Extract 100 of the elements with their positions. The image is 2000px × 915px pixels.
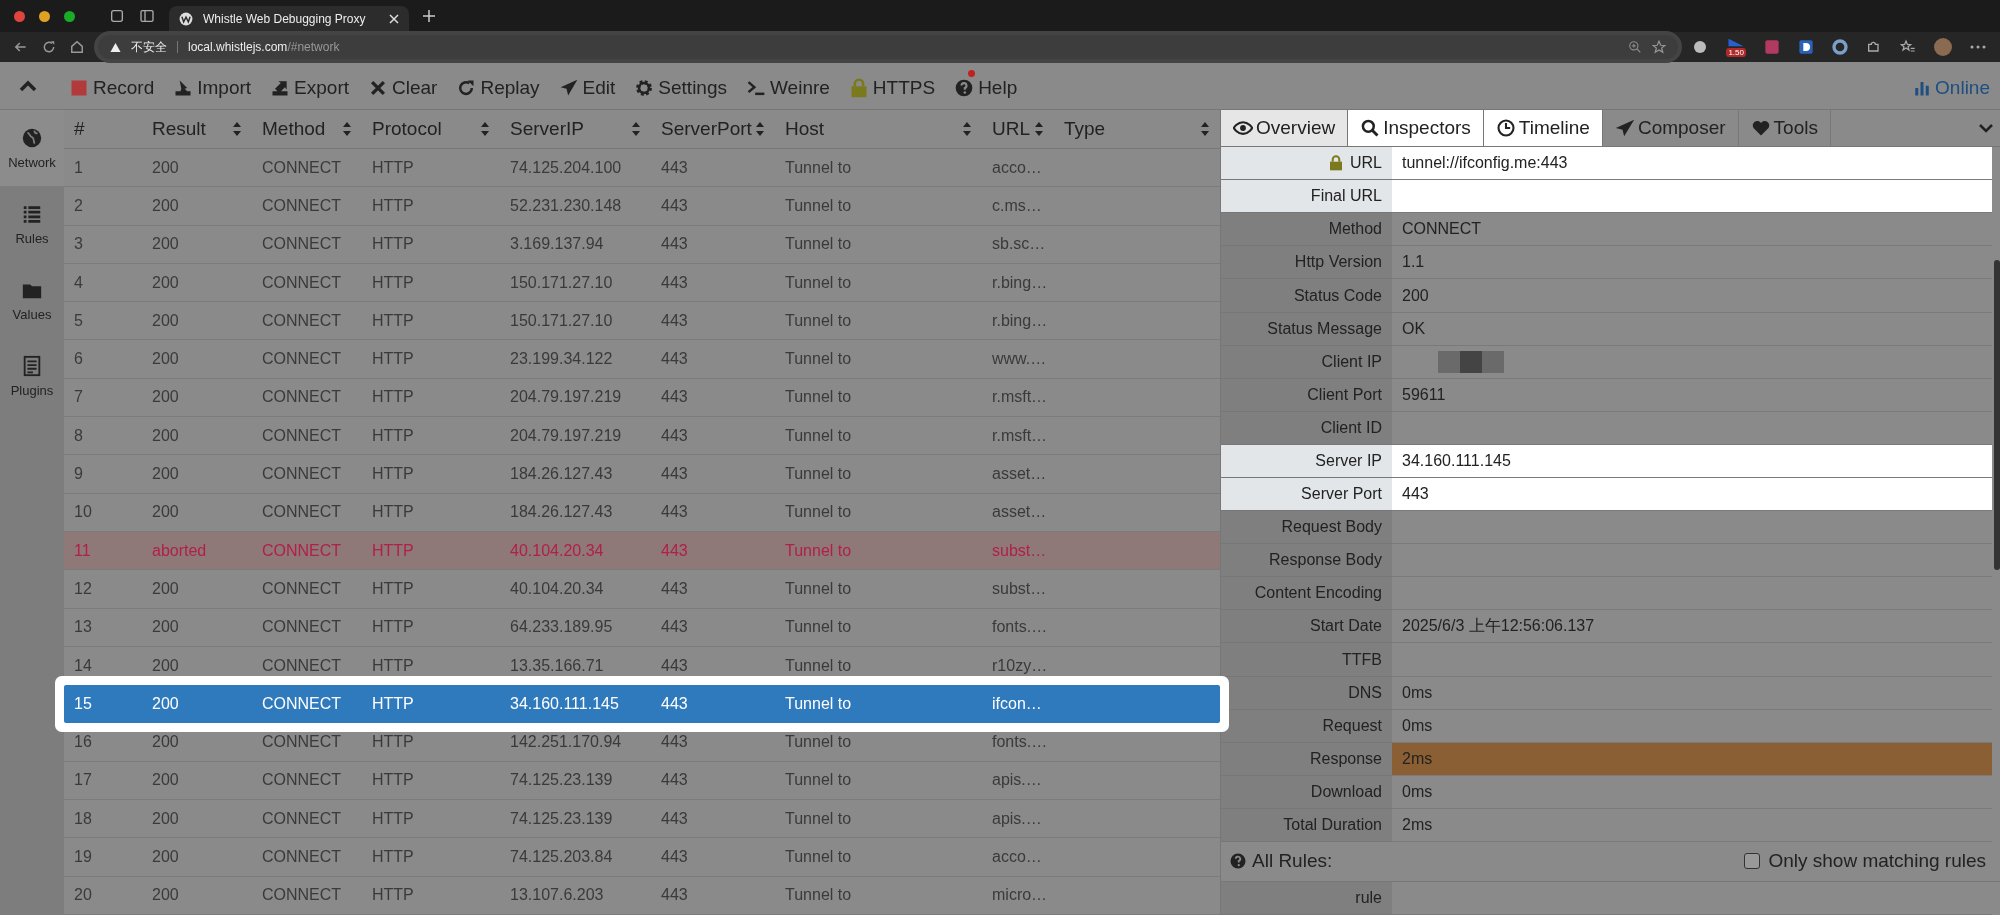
toolbar-button[interactable]: Import	[173, 68, 252, 103]
scrollbar-thumb[interactable]	[1994, 260, 2000, 570]
table-cell: 18	[64, 800, 142, 839]
table-row[interactable]: 8 200 CONNECT HTTP 204.79.197.219 443 Tunnel to r.msft…	[64, 417, 1220, 456]
column-header[interactable]: Protocol	[362, 110, 500, 149]
more-icon[interactable]	[1970, 44, 1986, 50]
tab[interactable]: Tools	[1738, 110, 1831, 147]
sort-icon[interactable]	[342, 121, 352, 137]
table-row[interactable]: 9 200 CONNECT HTTP 184.26.127.43 443 Tunnel to asset…	[64, 455, 1220, 494]
table-cell: 443	[651, 800, 775, 839]
table-row[interactable]: 3 200 CONNECT HTTP 3.169.137.94 443 Tunnel to sb.sc…	[64, 225, 1220, 264]
table-cell: 142.251.170.94	[500, 723, 651, 762]
star-icon[interactable]	[1652, 40, 1667, 54]
toolbar-button[interactable]: Help	[954, 68, 1018, 103]
toolbar-button[interactable]: Record	[69, 68, 155, 103]
table-row[interactable]: 4 200 CONNECT HTTP 150.171.27.10 443 Tunnel to r.bing…	[64, 263, 1220, 303]
tab[interactable]: Inspectors	[1348, 110, 1484, 147]
sidebar-item[interactable]: Values	[0, 262, 64, 338]
profile-avatar[interactable]	[1934, 38, 1952, 56]
column-header[interactable]: #	[64, 110, 142, 149]
search-icon	[1360, 118, 1381, 139]
toolbar-button[interactable]: Edit	[558, 68, 616, 103]
table-row[interactable]: 7 200 CONNECT HTTP 204.79.197.219 443 Tunnel to r.msft…	[64, 378, 1220, 418]
column-header[interactable]: Host	[775, 110, 982, 149]
maximize-window-button[interactable]	[64, 10, 75, 22]
sort-icon[interactable]	[1034, 121, 1044, 137]
sort-icon[interactable]	[1200, 121, 1210, 137]
toolbar-button[interactable]: HTTPS	[848, 68, 936, 103]
table-cell: apis.…	[982, 761, 1054, 801]
back-icon[interactable]	[14, 40, 28, 54]
table-row[interactable]: 20 200 CONNECT HTTP 13.107.6.203 443 Tunnel to micro…	[64, 876, 1220, 915]
table-row[interactable]: 17 200 CONNECT HTTP 74.125.23.139 443 Tunnel to apis.…	[64, 761, 1220, 801]
table-cell: CONNECT	[252, 761, 362, 801]
zoom-icon[interactable]	[1628, 40, 1643, 54]
table-cell: CONNECT	[252, 225, 362, 264]
new-tab-icon[interactable]	[423, 10, 435, 22]
browser-tab[interactable]: Whistle Web Debugging Proxy	[169, 6, 409, 32]
puzzle-icon[interactable]	[1866, 39, 1882, 55]
sort-icon[interactable]	[631, 121, 641, 137]
table-cell: 443	[651, 340, 775, 379]
help-icon[interactable]	[1229, 852, 1247, 871]
table-row[interactable]: 5 200 CONNECT HTTP 150.171.27.10 443 Tunnel to r.bing…	[64, 302, 1220, 341]
sidebar-icon[interactable]	[139, 8, 155, 24]
table-cell: HTTP	[362, 570, 500, 609]
favorites-icon[interactable]	[1900, 39, 1916, 55]
column-header[interactable]: ServerPort	[651, 110, 775, 149]
toolbar-button[interactable]: Replay	[456, 68, 540, 103]
table-cell: Tunnel to	[775, 302, 982, 341]
table-cell: CONNECT	[252, 838, 362, 877]
sort-icon[interactable]	[755, 121, 765, 137]
toolbar-button[interactable]: Clear	[368, 68, 438, 103]
extension-icon[interactable]	[1692, 39, 1709, 55]
sidebar-item[interactable]: Plugins	[0, 338, 64, 414]
table-cell: Tunnel to	[775, 608, 982, 647]
reload-icon[interactable]	[42, 40, 56, 54]
column-header[interactable]: Type	[1054, 110, 1220, 149]
close-window-button[interactable]	[14, 10, 25, 22]
online-status-button[interactable]: Online	[1913, 68, 1990, 103]
tab[interactable]: Composer	[1602, 110, 1739, 147]
tab[interactable]: Overview	[1221, 110, 1349, 147]
matching-rules-checkbox[interactable]: Only show matching rules	[1738, 849, 1992, 874]
table-cell: 200	[142, 340, 252, 379]
table-row[interactable]: 6 200 CONNECT HTTP 23.199.34.122 443 Tunnel to www.…	[64, 340, 1220, 379]
table-row[interactable]: 13 200 CONNECT HTTP 64.233.189.95 443 Tunnel to fonts.…	[64, 608, 1220, 647]
table-cell: 40.104.20.34	[500, 570, 651, 609]
sidebar-item[interactable]: Network	[0, 110, 64, 186]
table-row[interactable]: 2 200 CONNECT HTTP 52.231.230.148 443 Tunnel to c.ms…	[64, 187, 1220, 226]
table-row[interactable]: 1 200 CONNECT HTTP 74.125.204.100 443 Tunnel to acco…	[64, 149, 1220, 188]
sidebar-item[interactable]: Rules	[0, 186, 64, 262]
table-cell: HTTP	[362, 225, 500, 264]
minimize-window-button[interactable]	[39, 10, 50, 22]
sort-icon[interactable]	[232, 121, 242, 137]
table-row[interactable]: 19 200 CONNECT HTTP 74.125.203.84 443 Tunnel to acco…	[64, 838, 1220, 877]
close-icon[interactable]	[389, 14, 399, 24]
table-row[interactable]: 10 200 CONNECT HTTP 184.26.127.43 443 Tunnel to asset…	[64, 493, 1220, 532]
table-cell: Tunnel to	[775, 876, 982, 915]
property-value-cell: 0ms	[1392, 775, 1992, 809]
sort-icon[interactable]	[962, 121, 972, 137]
toolbar-button[interactable]: Settings	[634, 68, 727, 103]
table-cell: 443	[651, 187, 775, 226]
table-cell: 64.233.189.95	[500, 608, 651, 647]
column-header[interactable]: Result	[142, 110, 252, 149]
column-header[interactable]: URL	[982, 110, 1054, 149]
chevron-down-icon[interactable]	[1978, 122, 1994, 135]
tab-groups-icon[interactable]	[109, 8, 125, 24]
column-header[interactable]: ServerIP	[500, 110, 651, 149]
table-cell: 443	[651, 417, 775, 456]
tab[interactable]: Timeline	[1483, 110, 1603, 147]
column-header[interactable]: Method	[252, 110, 362, 149]
table-row[interactable]: 16 200 CONNECT HTTP 142.251.170.94 443 Tunnel to fonts.…	[64, 723, 1220, 762]
table-row[interactable]: 18 200 CONNECT HTTP 74.125.23.139 443 Tunnel to apis.…	[64, 800, 1220, 839]
sort-icon[interactable]	[480, 121, 490, 137]
table-cell: sb.sc…	[982, 225, 1054, 264]
home-icon[interactable]	[70, 40, 84, 54]
property-value-cell: tunnel://ifconfig.me:443	[1392, 147, 1992, 181]
table-row[interactable]: 12 200 CONNECT HTTP 40.104.20.34 443 Tunnel to subst…	[64, 570, 1220, 609]
toolbar-button[interactable]: Weinre	[746, 68, 830, 103]
extension-icon[interactable]	[1798, 39, 1814, 55]
document-icon	[21, 354, 43, 377]
toolbar-button[interactable]: Export	[270, 68, 350, 103]
